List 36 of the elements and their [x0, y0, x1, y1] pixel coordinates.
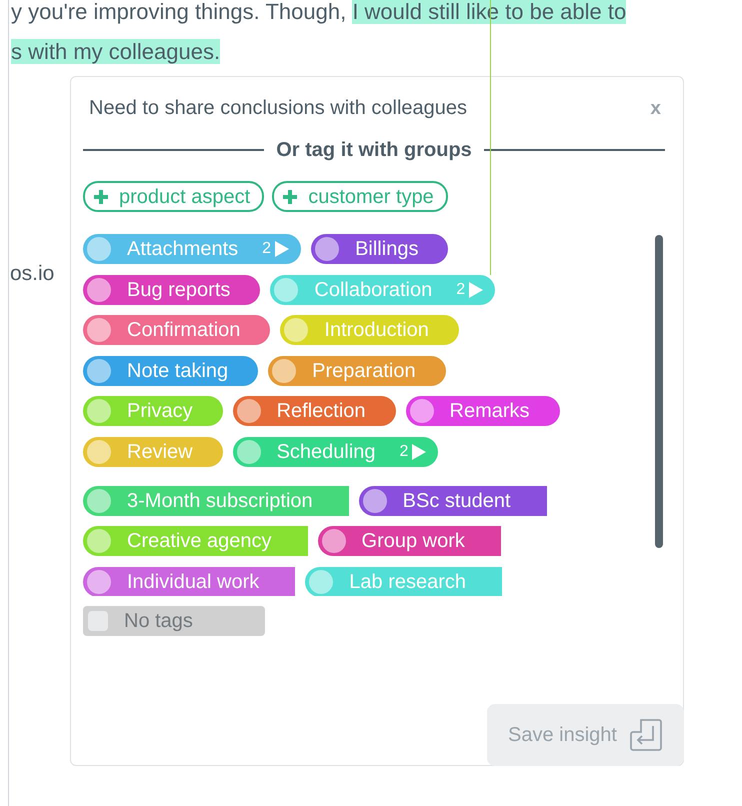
tag-button[interactable]: Privacy: [83, 396, 223, 426]
tag-button[interactable]: Introduction: [280, 315, 459, 345]
tag-button[interactable]: Bug reports: [83, 274, 260, 304]
enter-key-icon: [628, 718, 663, 752]
scrollbar[interactable]: [655, 235, 663, 548]
tag-button[interactable]: Scheduling 2: [232, 436, 438, 466]
tag-button[interactable]: Group work: [318, 526, 501, 556]
plus-icon: [282, 188, 298, 204]
add-group-button[interactable]: customer type: [272, 181, 448, 212]
tag-button[interactable]: Preparation: [268, 356, 446, 386]
tag-button[interactable]: Confirmation: [83, 315, 270, 345]
close-button[interactable]: x: [646, 98, 665, 118]
tag-button[interactable]: Note taking: [83, 356, 258, 386]
tag-button[interactable]: Reflection: [232, 396, 396, 426]
triangle-icon: [469, 282, 484, 298]
triangle-icon: [275, 241, 290, 257]
tag-button[interactable]: Review: [83, 436, 223, 466]
tag-button[interactable]: 3-Month subscription: [83, 486, 349, 516]
highlighted-text: s with my colleagues.: [11, 39, 220, 64]
add-group-button[interactable]: product aspect: [83, 181, 264, 212]
tag-button[interactable]: Remarks: [406, 396, 560, 426]
no-tags-button[interactable]: No tags: [83, 606, 265, 636]
tag-button[interactable]: Individual work: [83, 566, 296, 596]
tag-button[interactable]: Billings: [311, 234, 448, 264]
document-text: os.io: [10, 261, 54, 287]
plus-icon: [93, 188, 109, 204]
triangle-icon: [412, 444, 426, 460]
tag-button[interactable]: Lab research: [305, 566, 502, 596]
document-text: y you're improving things. Though,: [11, 0, 348, 24]
tag-button[interactable]: Attachments 2: [83, 234, 302, 264]
save-insight-button[interactable]: Save insight: [487, 704, 684, 766]
insight-title: Need to share conclusions with colleagues: [89, 96, 467, 121]
tag-button[interactable]: Creative agency: [83, 526, 308, 556]
section-heading: Or tag it with groups: [275, 138, 473, 163]
tag-button[interactable]: BSc student: [358, 486, 546, 516]
tag-button[interactable]: Collaboration 2: [270, 274, 496, 304]
